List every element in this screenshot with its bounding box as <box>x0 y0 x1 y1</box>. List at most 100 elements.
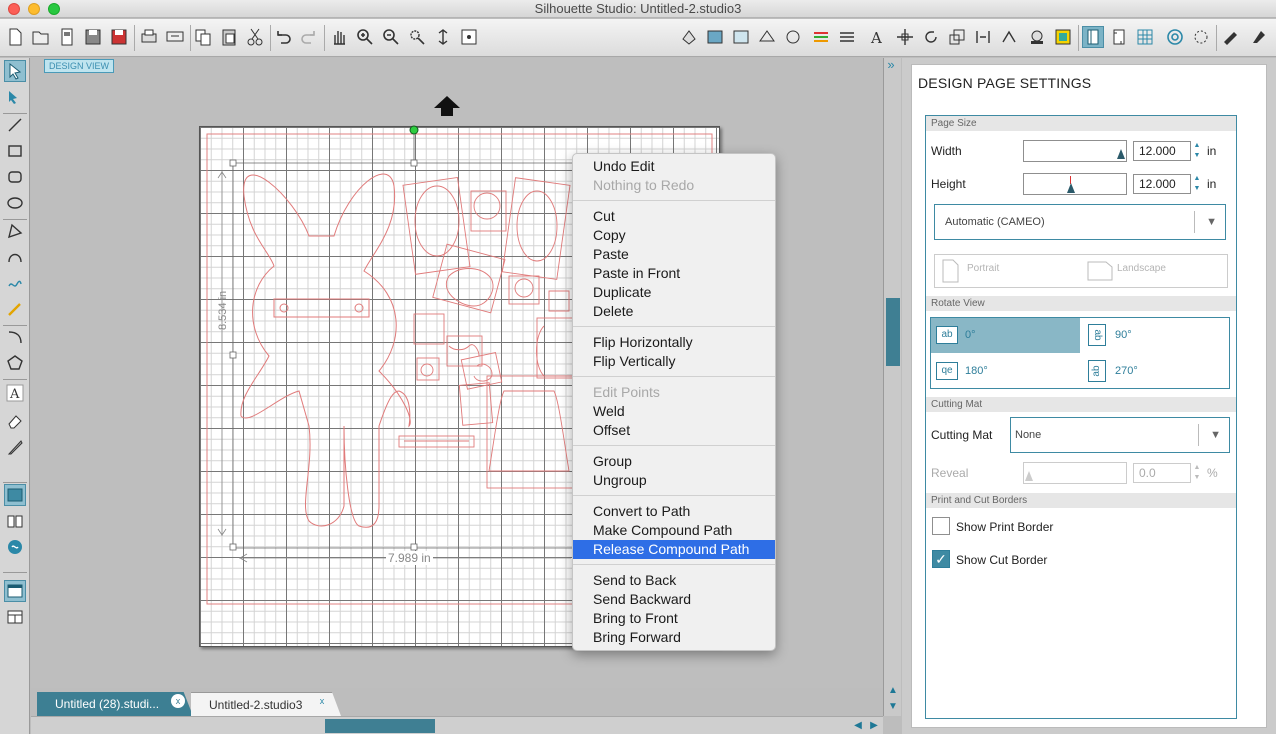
regular-polygon-tool-icon[interactable] <box>4 352 26 374</box>
height-stepper-icon[interactable]: ▲ ▼ <box>1193 174 1201 194</box>
move-icon[interactable] <box>972 26 994 48</box>
paste-icon[interactable] <box>218 26 240 48</box>
canvas-vertical-scrollbar[interactable]: ▲ ▼ <box>883 58 901 716</box>
fit-to-page-icon[interactable] <box>458 26 480 48</box>
text-tool-icon[interactable]: A <box>4 382 26 404</box>
show-cut-border-checkbox[interactable]: ✓ <box>932 550 950 568</box>
cutting-mat-dropdown[interactable]: None ▼ <box>1010 417 1230 453</box>
rotate-270-option[interactable]: ab 270° <box>1081 354 1230 389</box>
menu-item-make-compound-path[interactable]: Make Compound Path <box>573 521 775 540</box>
close-tab-icon[interactable]: x <box>315 694 329 708</box>
cut-blade-icon[interactable] <box>1248 26 1270 48</box>
line-color-palette-icon[interactable] <box>810 26 832 48</box>
send-to-cutter-icon[interactable] <box>1220 26 1242 48</box>
online-store-icon[interactable] <box>4 536 26 558</box>
scale-icon[interactable] <box>946 26 968 48</box>
scroll-down-arrow-icon[interactable]: ▼ <box>886 700 900 712</box>
rotate-icon[interactable] <box>920 26 942 48</box>
menu-item-offset[interactable]: Offset <box>573 421 775 440</box>
menu-item-duplicate[interactable]: Duplicate <box>573 283 775 302</box>
text-style-icon[interactable]: A <box>866 26 888 48</box>
fill-gradient-icon[interactable] <box>704 26 726 48</box>
line-tool-icon[interactable] <box>4 114 26 136</box>
print-icon[interactable] <box>138 26 160 48</box>
design-view-icon[interactable] <box>4 484 26 506</box>
width-slider-knob[interactable] <box>1117 149 1125 159</box>
height-input[interactable]: 12.000 <box>1133 174 1191 194</box>
menu-item-flip-horizontally[interactable]: Flip Horizontally <box>573 333 775 352</box>
scroll-right-arrow-icon[interactable]: ▶ <box>867 719 881 731</box>
menu-item-paste-in-front[interactable]: Paste in Front <box>573 264 775 283</box>
arc-tool-icon[interactable] <box>4 326 26 348</box>
collapse-panel-icon[interactable]: » <box>882 58 900 72</box>
menu-item-weld[interactable]: Weld <box>573 402 775 421</box>
device-dropdown[interactable]: Automatic (CAMEO) ▼ <box>934 204 1226 240</box>
replicate-icon[interactable] <box>998 26 1020 48</box>
tab-untitled-28[interactable]: Untitled (28).studi... <box>37 692 193 716</box>
registration-marks-icon[interactable] <box>1108 26 1130 48</box>
line-style-icon[interactable] <box>756 26 778 48</box>
menu-item-ungroup[interactable]: Ungroup <box>573 471 775 490</box>
reveal-input[interactable]: 0.0 <box>1133 463 1191 483</box>
open-folder-icon[interactable] <box>30 26 52 48</box>
drag-zoom-icon[interactable] <box>432 26 454 48</box>
width-stepper-icon[interactable]: ▲ ▼ <box>1193 141 1201 161</box>
vertical-scroll-thumb[interactable] <box>886 298 900 366</box>
split-window-icon[interactable] <box>4 606 26 628</box>
save-icon[interactable] <box>82 26 104 48</box>
cut-settings-icon[interactable] <box>1164 26 1186 48</box>
canvas-horizontal-scrollbar[interactable]: ◀ ▶ <box>31 716 883 734</box>
curve-tool-icon[interactable] <box>4 246 26 268</box>
page-settings-icon[interactable] <box>1082 26 1104 48</box>
menu-item-convert-to-path[interactable]: Convert to Path <box>573 502 775 521</box>
menu-item-undo-edit[interactable]: Undo Edit <box>573 157 775 176</box>
scroll-left-arrow-icon[interactable]: ◀ <box>851 719 865 731</box>
zoom-in-icon[interactable] <box>354 26 376 48</box>
menu-item-bring-forward[interactable]: Bring Forward <box>573 628 775 647</box>
save-to-library-icon[interactable] <box>108 26 130 48</box>
smooth-freehand-tool-icon[interactable] <box>4 298 26 320</box>
width-slider[interactable] <box>1023 140 1127 162</box>
line-style-options-icon[interactable] <box>836 26 858 48</box>
landscape-option[interactable]: Landscape <box>1117 263 1166 274</box>
library-view-icon[interactable] <box>4 510 26 532</box>
edit-points-icon[interactable] <box>4 86 26 108</box>
zoom-selected-icon[interactable] <box>406 26 428 48</box>
menu-item-copy[interactable]: Copy <box>573 226 775 245</box>
menu-item-bring-to-front[interactable]: Bring to Front <box>573 609 775 628</box>
menu-item-delete[interactable]: Delete <box>573 302 775 321</box>
polygon-tool-icon[interactable] <box>4 220 26 242</box>
copy-icon[interactable] <box>192 26 214 48</box>
menu-item-paste[interactable]: Paste <box>573 245 775 264</box>
freehand-tool-icon[interactable] <box>4 272 26 294</box>
menu-item-release-compound-path[interactable]: Release Compound Path <box>573 540 775 559</box>
ellipse-tool-icon[interactable] <box>4 192 26 214</box>
height-slider[interactable] <box>1023 173 1127 195</box>
portrait-option[interactable]: Portrait <box>967 263 999 274</box>
grid-settings-icon[interactable] <box>1134 26 1156 48</box>
menu-item-flip-vertically[interactable]: Flip Vertically <box>573 352 775 371</box>
cut-scissors-icon[interactable] <box>244 26 266 48</box>
line-color-icon[interactable] <box>782 26 804 48</box>
width-input[interactable]: 12.000 <box>1133 141 1191 161</box>
knife-tool-icon[interactable] <box>4 436 26 458</box>
rotate-180-option[interactable]: qe 180° <box>931 354 1080 389</box>
menu-item-send-backward[interactable]: Send Backward <box>573 590 775 609</box>
close-tab-icon[interactable]: x <box>171 694 185 708</box>
rounded-rectangle-tool-icon[interactable] <box>4 166 26 188</box>
open-library-icon[interactable] <box>56 26 78 48</box>
fill-pattern-icon[interactable] <box>730 26 752 48</box>
eraser-tool-icon[interactable] <box>4 410 26 432</box>
menu-item-cut[interactable]: Cut <box>573 207 775 226</box>
reveal-stepper-icon[interactable]: ▲ ▼ <box>1193 463 1201 483</box>
transform-icon[interactable] <box>894 26 916 48</box>
trace-icon[interactable] <box>1026 26 1048 48</box>
sketch-settings-icon[interactable] <box>1190 26 1212 48</box>
menu-item-group[interactable]: Group <box>573 452 775 471</box>
height-slider-knob[interactable] <box>1067 183 1075 193</box>
scroll-up-arrow-icon[interactable]: ▲ <box>886 684 900 696</box>
library-store-icon[interactable] <box>1052 26 1074 48</box>
show-print-border-checkbox[interactable] <box>932 517 950 535</box>
menu-item-send-to-back[interactable]: Send to Back <box>573 571 775 590</box>
rotate-90-option[interactable]: ab 90° <box>1081 318 1230 353</box>
